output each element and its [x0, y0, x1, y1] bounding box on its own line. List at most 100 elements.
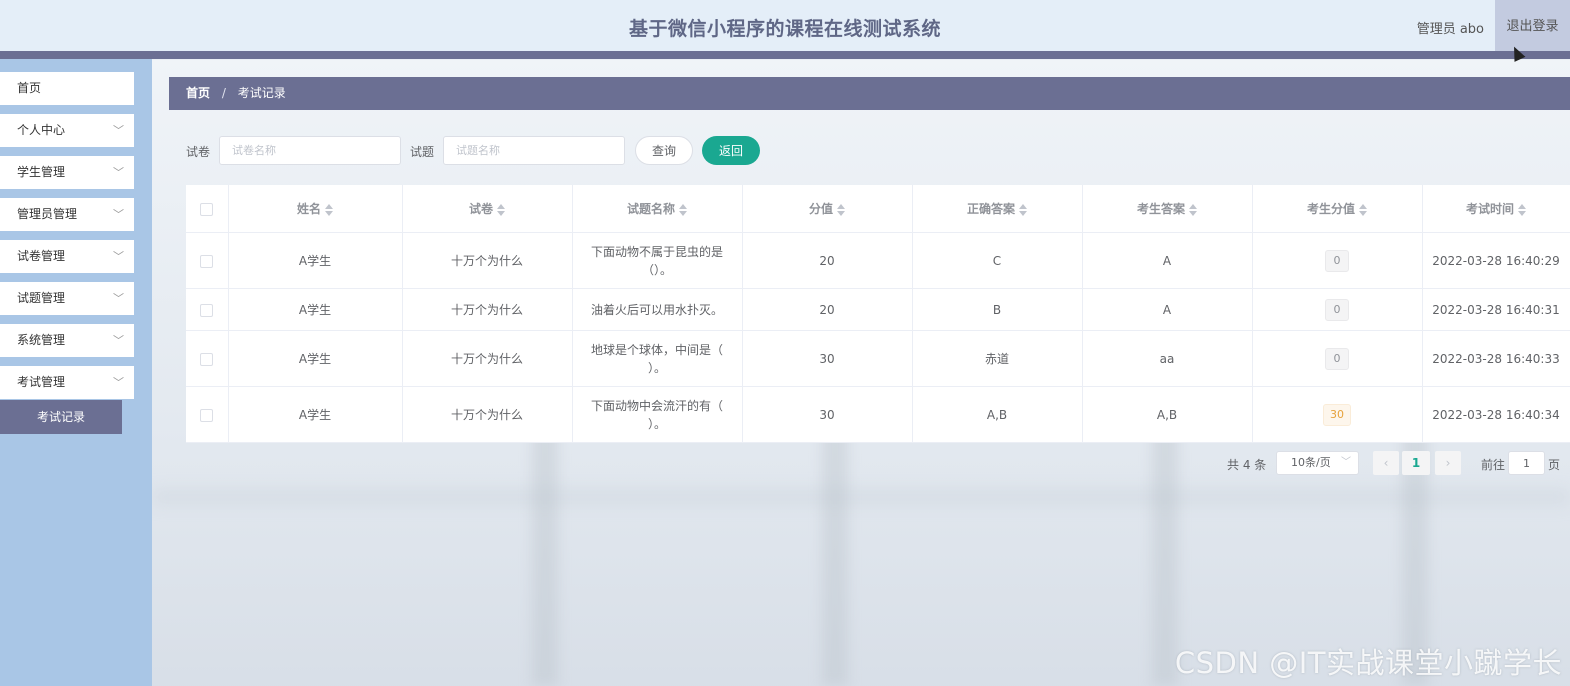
sidebar-item-system-management[interactable]: 系统管理 ﹀ — [0, 324, 134, 357]
sidebar-item-paper-management[interactable]: 试卷管理 ﹀ — [0, 240, 134, 273]
sidebar-subitem-exam-records[interactable]: 考试记录 — [0, 400, 122, 434]
goto-suffix: 页 — [1548, 458, 1561, 472]
cell-name: A学生 — [228, 330, 403, 387]
cell-name: A学生 — [228, 288, 403, 331]
select-all-checkbox[interactable] — [200, 202, 214, 216]
breadcrumb-separator: / — [221, 86, 226, 100]
sidebar-item-admin-management[interactable]: 管理员管理 ﹀ — [0, 198, 134, 231]
column-header-question[interactable]: 试题名称 — [572, 185, 743, 233]
breadcrumb-current: 考试记录 — [237, 86, 286, 100]
prev-page-button[interactable]: ‹ — [1373, 451, 1399, 475]
cell-paper: 十万个为什么 — [402, 288, 573, 331]
question-search-input[interactable] — [443, 136, 625, 165]
table-header-row: 姓名 试卷 试题名称 分值 正确答案 考生答案 考生分值 考试时间 — [186, 185, 1570, 233]
sort-icon[interactable] — [1189, 203, 1197, 216]
sidebar-item-label: 系统管理 — [17, 333, 66, 347]
chevron-down-icon: ﹀ — [113, 166, 124, 179]
cell-question: 下面动物不属于昆虫的是（）。 — [590, 244, 723, 277]
cell-question: 油着火后可以用水扑灭。 — [590, 302, 723, 317]
column-header-score[interactable]: 分值 — [742, 185, 913, 233]
system-title: 基于微信小程序的课程在线测试系统 — [628, 18, 941, 40]
cell-score: 20 — [742, 232, 913, 289]
query-button[interactable]: 查询 — [635, 136, 693, 165]
cell-score: 30 — [742, 386, 913, 443]
sort-icon[interactable] — [679, 203, 687, 216]
paper-search-input[interactable] — [219, 136, 401, 165]
breadcrumb-home[interactable]: 首页 — [186, 86, 210, 100]
sidebar-item-label: 试卷管理 — [17, 249, 66, 263]
sidebar-item-exam-management[interactable]: 考试管理 ﹀ — [0, 366, 134, 399]
chevron-down-icon: ﹀ — [113, 208, 124, 221]
sidebar-item-student-management[interactable]: 学生管理 ﹀ — [0, 156, 134, 189]
table-row: A学生 十万个为什么 下面动物中会流汗的有（ ）。 30 A,B A,B 30 … — [186, 386, 1570, 443]
chevron-down-icon: ﹀ — [113, 250, 124, 263]
exam-records-table: 姓名 试卷 试题名称 分值 正确答案 考生答案 考生分值 考试时间 A学生 十万… — [186, 185, 1570, 443]
sidebar-item-label: 首页 — [17, 81, 42, 95]
page-size-value: 10条/页 — [1291, 456, 1331, 469]
sort-icon[interactable] — [1518, 203, 1526, 216]
cell-question: 下面动物中会流汗的有（ ）。 — [590, 398, 723, 431]
chevron-down-icon: ﹀ — [1341, 457, 1351, 468]
table-row: A学生 十万个为什么 地球是个球体，中间是（ ）。 30 赤道 aa 0 202… — [186, 330, 1570, 387]
goto-label: 前往 — [1481, 458, 1506, 472]
logout-button[interactable]: 退出登录 — [1495, 0, 1570, 51]
sidebar-item-personal-center[interactable]: 个人中心 ﹀ — [0, 114, 134, 147]
sidebar-item-home[interactable]: 首页 — [0, 72, 134, 105]
cell-name: A学生 — [228, 232, 403, 289]
column-header-student-answer[interactable]: 考生答案 — [1082, 185, 1253, 233]
cell-correct-answer: 赤道 — [912, 330, 1083, 387]
top-header: 基于微信小程序的课程在线测试系统 管理员 abo 退出登录 — [0, 0, 1570, 59]
student-score-tag: 0 — [1325, 298, 1349, 321]
sort-icon[interactable] — [1019, 203, 1027, 216]
sort-icon[interactable] — [497, 203, 505, 216]
sidebar-item-question-management[interactable]: 试题管理 ﹀ — [0, 282, 134, 315]
watermark: CSDN @IT实战课堂小蹴学长 — [1174, 646, 1562, 680]
column-header-correct-answer[interactable]: 正确答案 — [912, 185, 1083, 233]
cell-exam-time: 2022-03-28 16:40:33 — [1422, 330, 1570, 387]
sidebar: 首页 个人中心 ﹀ 学生管理 ﹀ 管理员管理 ﹀ 试卷管理 ﹀ 试题管理 ﹀ 系… — [0, 59, 152, 686]
next-page-button[interactable]: › — [1435, 451, 1461, 475]
cell-student-answer: A,B — [1082, 386, 1253, 443]
column-header-paper[interactable]: 试卷 — [402, 185, 573, 233]
back-button[interactable]: 返回 — [702, 136, 760, 165]
sidebar-item-label: 个人中心 — [17, 123, 66, 137]
row-checkbox[interactable] — [200, 303, 214, 317]
cell-correct-answer: A,B — [912, 386, 1083, 443]
column-header-student-score[interactable]: 考生分值 — [1252, 185, 1423, 233]
student-score-tag: 30 — [1323, 403, 1351, 426]
chevron-down-icon: ﹀ — [113, 124, 124, 137]
row-checkbox[interactable] — [200, 254, 214, 268]
question-search-label: 试题 — [410, 145, 435, 159]
sort-icon[interactable] — [325, 203, 333, 216]
sidebar-item-label: 试题管理 — [17, 291, 66, 305]
cell-score: 30 — [742, 330, 913, 387]
cell-correct-answer: C — [912, 232, 1083, 289]
cell-paper: 十万个为什么 — [402, 330, 573, 387]
column-header-exam-time[interactable]: 考试时间 — [1422, 185, 1570, 233]
student-score-tag: 0 — [1325, 347, 1349, 370]
cell-exam-time: 2022-03-28 16:40:34 — [1422, 386, 1570, 443]
row-checkbox[interactable] — [200, 352, 214, 366]
column-header-name[interactable]: 姓名 — [228, 185, 403, 233]
sort-icon[interactable] — [1359, 203, 1367, 216]
chevron-down-icon: ﹀ — [113, 292, 124, 305]
cell-exam-time: 2022-03-28 16:40:29 — [1422, 232, 1570, 289]
sidebar-item-label: 学生管理 — [17, 165, 66, 179]
goto-page-input[interactable] — [1508, 451, 1545, 475]
table-row: A学生 十万个为什么 下面动物不属于昆虫的是（）。 20 C A 0 2022-… — [186, 232, 1570, 289]
cell-student-answer: aa — [1082, 330, 1253, 387]
row-checkbox[interactable] — [200, 408, 214, 422]
sort-icon[interactable] — [837, 203, 845, 216]
cell-name: A学生 — [228, 386, 403, 443]
breadcrumb: 首页 / 考试记录 — [169, 77, 1570, 110]
page-number-current[interactable]: 1 — [1402, 451, 1430, 475]
cell-exam-time: 2022-03-28 16:40:31 — [1422, 288, 1570, 331]
page-size-select[interactable]: 10条/页 ﹀ — [1276, 451, 1359, 475]
cell-question: 地球是个球体，中间是（ ）。 — [590, 342, 723, 375]
pagination: 共 4 条 10条/页 ﹀ ‹ 1 › 前往 页 — [0, 451, 1570, 475]
chevron-up-icon: ﹀ — [113, 376, 124, 389]
current-user: 管理员 abo — [1416, 22, 1484, 37]
cell-score: 20 — [742, 288, 913, 331]
cell-correct-answer: B — [912, 288, 1083, 331]
cell-student-answer: A — [1082, 288, 1253, 331]
